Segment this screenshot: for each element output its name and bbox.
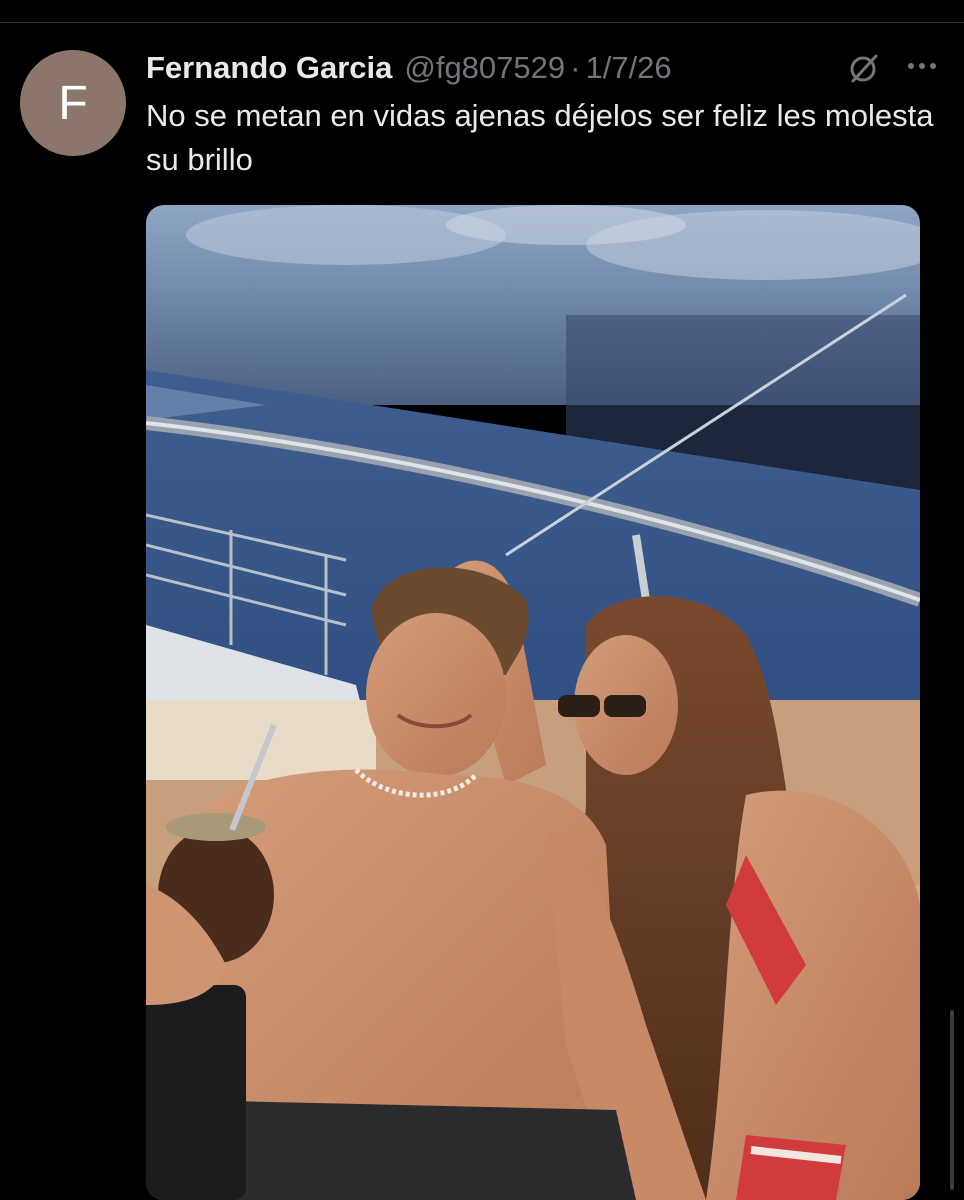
grok-icon[interactable] <box>846 50 882 86</box>
author-name[interactable]: Fernando Garcia <box>146 50 392 86</box>
tweet-date[interactable]: 1/7/26 <box>585 50 671 86</box>
more-icon[interactable] <box>904 54 940 78</box>
tweet-photo[interactable] <box>146 205 920 1200</box>
separator-dot: · <box>570 50 581 85</box>
avatar[interactable]: F <box>20 50 126 156</box>
scrollbar[interactable] <box>950 1010 954 1190</box>
photo-image <box>146 205 920 1200</box>
tweet[interactable]: F Fernando Garcia @fg807529 · 1/7/26 No … <box>0 0 964 1200</box>
author-handle[interactable]: @fg807529 <box>404 50 565 86</box>
avatar-letter: F <box>58 76 88 130</box>
tweet-text: No se metan en vidas ajenas déjelos ser … <box>146 98 934 177</box>
tweet-header: Fernando Garcia @fg807529 · 1/7/26 <box>146 48 672 88</box>
